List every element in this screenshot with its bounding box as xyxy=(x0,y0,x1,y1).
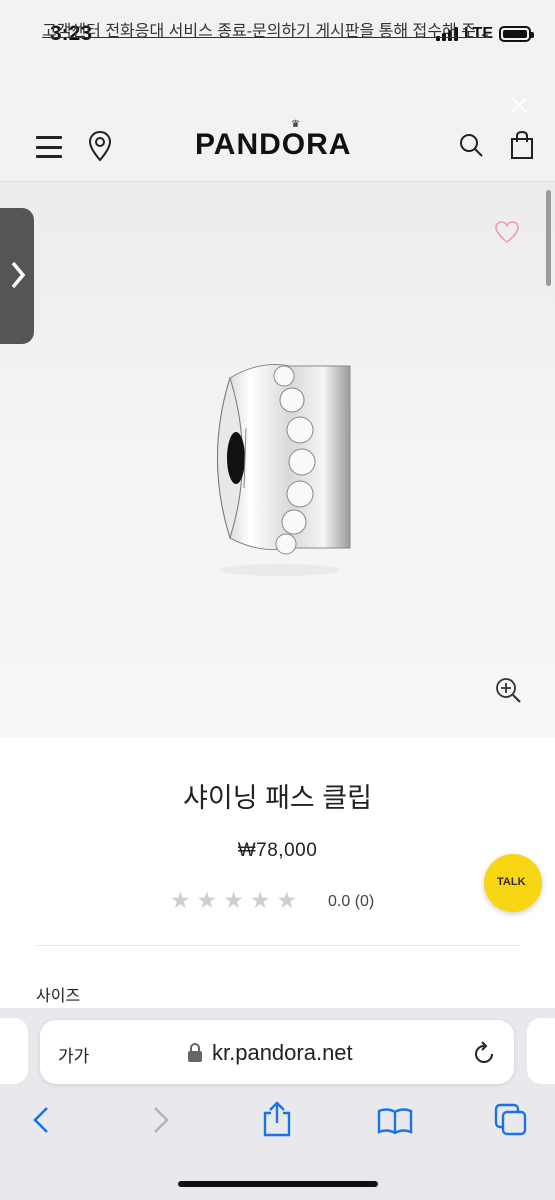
home-indicator[interactable] xyxy=(178,1181,378,1187)
product-image[interactable] xyxy=(200,358,360,588)
star-icon: ★ xyxy=(249,887,271,913)
product-price: ₩78,000 xyxy=(237,840,318,861)
search-icon[interactable] xyxy=(458,132,484,158)
bookmarks-icon[interactable] xyxy=(377,1107,413,1135)
star-icon: ★ xyxy=(196,887,218,913)
heart-icon[interactable] xyxy=(494,220,520,244)
talk-label: TALK xyxy=(497,876,526,888)
map-pin-icon[interactable] xyxy=(88,130,112,162)
notice-link[interactable]: 고객센터 전화응대 서비스 종료-문의하기 게시판을 통해 접수해 주... xyxy=(42,17,504,41)
star-icon: ★ xyxy=(276,887,298,913)
lock-icon xyxy=(188,1043,202,1062)
star-icon: ★ xyxy=(223,887,244,913)
back-icon[interactable] xyxy=(32,1106,50,1134)
product-title: 샤이닝 패스 클립 xyxy=(183,783,372,813)
crown-icon: ♛ xyxy=(291,119,300,130)
tabs-icon[interactable] xyxy=(494,1103,528,1137)
size-label: 사이즈 xyxy=(36,988,81,1005)
notice-bar xyxy=(0,62,555,112)
url-text[interactable]: kr.pandora.net xyxy=(212,1040,353,1066)
menu-icon[interactable] xyxy=(36,136,62,158)
share-icon[interactable] xyxy=(261,1101,293,1137)
rating-text[interactable]: 0.0 (0) xyxy=(328,893,374,911)
star-icon: ★ xyxy=(170,887,191,913)
next-tab-preview[interactable] xyxy=(527,1018,555,1084)
forward-icon[interactable] xyxy=(152,1106,170,1134)
site-header: PANDORA ♛ xyxy=(0,112,555,182)
reload-icon[interactable] xyxy=(472,1040,496,1066)
zoom-in-icon[interactable] xyxy=(494,676,522,704)
previous-tab-preview[interactable] xyxy=(0,1018,28,1084)
chevron-right-icon[interactable] xyxy=(10,260,26,290)
rating-stars[interactable]: ★ ★ ★ ★ ★ xyxy=(170,889,297,912)
text-size-button[interactable]: 가가 xyxy=(58,1042,89,1067)
brand-logo[interactable]: PANDORA xyxy=(195,128,351,162)
divider xyxy=(36,945,520,946)
scrollbar[interactable] xyxy=(546,190,551,286)
bag-icon[interactable] xyxy=(510,130,534,160)
